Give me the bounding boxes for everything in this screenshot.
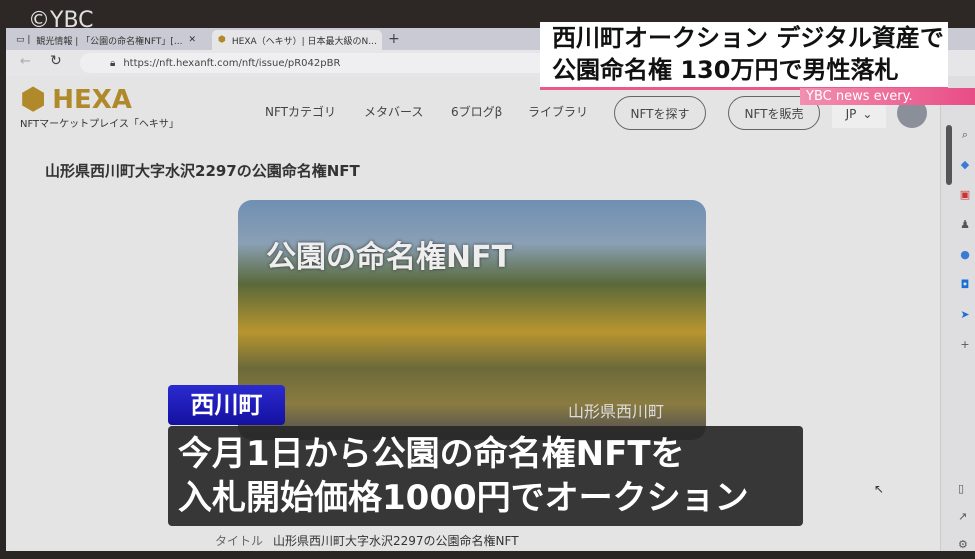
watermark: ©YBC <box>28 8 94 33</box>
sidebar-bottom: ▯ ↗ ⚙ <box>958 475 968 559</box>
nft-image-caption: 山形県西川町 <box>568 402 665 421</box>
news-brand: YBC news every. <box>800 88 975 105</box>
sidebar-icons: ⌕ ◆ ▣ ♟ ● ◘ ➤ + <box>958 120 972 360</box>
lang-value: JP <box>845 107 857 121</box>
reload-icon[interactable]: ↻ <box>50 53 62 69</box>
url-text: https://nft.hexanft.com/nft/issue/pR042p… <box>123 57 341 69</box>
nav-metaverse[interactable]: メタバース <box>364 103 423 120</box>
nav-blog[interactable]: 6ブログβ <box>451 103 502 120</box>
title-label: タイトル <box>215 534 264 548</box>
subtitle-line-1: 今月1日から公園の命名権NFTを <box>178 434 685 474</box>
tag-icon[interactable]: ◆ <box>958 150 972 180</box>
external-icon[interactable]: ↗ <box>958 503 968 531</box>
panel-icon[interactable]: ▯ <box>958 475 968 503</box>
gear-icon[interactable]: ⚙ <box>958 531 968 559</box>
headline-line-2: 公園命名権 130万円で男性落札 <box>552 56 899 84</box>
headline-line-1: 西川町オークション デジタル資産で <box>552 24 944 52</box>
circle-icon[interactable]: ● <box>958 240 972 270</box>
nft-image-title: 公園の命名権NFT <box>266 240 513 275</box>
location-tag: 西川町 <box>168 385 285 425</box>
tab-hexa[interactable]: ⬢HEXA（ヘキサ）| 日本最大級のN...✕ <box>212 30 382 50</box>
close-icon[interactable]: ✕ <box>189 35 197 45</box>
find-nft-button[interactable]: NFTを探す <box>614 96 706 130</box>
add-icon[interactable]: + <box>958 330 972 360</box>
nav-library[interactable]: ライブラリ <box>528 103 588 120</box>
hexagon-icon: ⬢ <box>20 82 47 117</box>
scrollbar[interactable] <box>946 125 952 185</box>
toolbox-icon[interactable]: ▣ <box>958 180 972 210</box>
title-value: 山形県西川町大字水沢2297の公園命名権NFT <box>273 534 519 548</box>
subtitle-line-2: 入札開始価格1000円でオークション <box>178 478 749 518</box>
nav-nft-category[interactable]: NFTカテゴリ <box>265 103 336 120</box>
tagline: NFTマーケットプレイス「ヘキサ」 <box>20 119 179 130</box>
lock-icon: 🔒︎ <box>110 57 116 69</box>
news-headline: 西川町オークション デジタル資産で 公園命名権 130万円で男性落札 <box>540 22 948 90</box>
back-icon[interactable]: ← <box>20 54 31 69</box>
chevron-down-icon: ⌄ <box>862 107 873 121</box>
person-icon[interactable]: ♟ <box>958 210 972 240</box>
new-tab-button[interactable]: + <box>388 31 400 47</box>
hexa-logo[interactable]: ⬢ HEXA <box>20 82 132 117</box>
tab-icon: ▭ | <box>16 35 31 45</box>
title-row: タイトル 山形県西川町大字水沢2297の公園命名権NFT <box>215 532 519 549</box>
outlook-icon[interactable]: ◘ <box>958 270 972 300</box>
news-subtitle: 今月1日から公園の命名権NFTを 入札開始価格1000円でオークション <box>168 426 803 526</box>
hexa-favicon: ⬢ <box>218 35 226 45</box>
search-icon[interactable]: ⌕ <box>958 120 972 150</box>
tab-label: 観光情報 | 「公園の命名権NFT」[... <box>36 36 183 47</box>
nft-image: 公園の命名権NFT 山形県西川町 <box>238 200 706 440</box>
tab-label: HEXA（ヘキサ）| 日本最大級のN... <box>231 36 377 47</box>
send-icon[interactable]: ➤ <box>958 300 972 330</box>
mouse-cursor-icon: ↖ <box>874 482 885 496</box>
tab-tourism[interactable]: ▭ | 観光情報 | 「公園の命名権NFT」[... ✕ <box>10 30 210 50</box>
logo-text: HEXA <box>52 84 132 115</box>
page-title: 山形県西川町大字水沢2297の公園命名権NFT <box>45 162 360 180</box>
